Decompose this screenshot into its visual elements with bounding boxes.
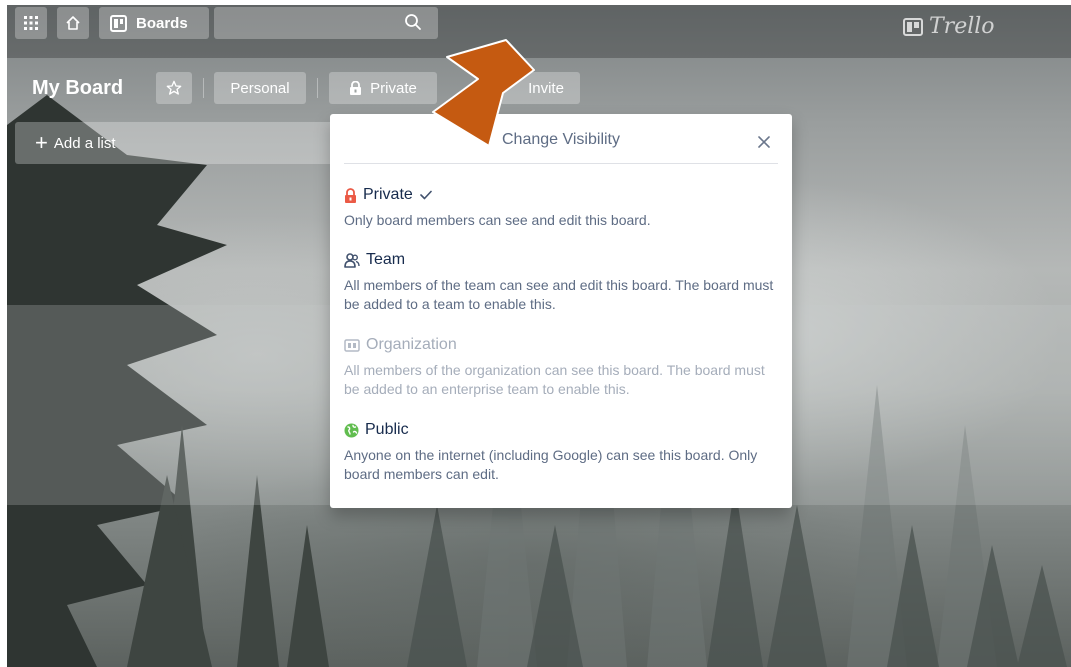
add-list-button[interactable]: + Add a list — [15, 122, 333, 164]
home-button[interactable] — [57, 7, 89, 39]
visibility-option-team[interactable]: Team All members of the team can see and… — [344, 249, 780, 314]
search-icon[interactable] — [404, 13, 422, 31]
board-title[interactable]: My Board — [24, 72, 131, 104]
trello-logo[interactable]: Trello — [903, 14, 995, 39]
popover-title: Change Visibility — [502, 131, 620, 148]
plus-icon: + — [35, 130, 48, 155]
visibility-option-organization[interactable]: Organization All members of the organiza… — [344, 334, 780, 399]
apps-button[interactable] — [15, 7, 47, 39]
header-divider — [317, 78, 318, 98]
boards-label: Boards — [136, 14, 188, 32]
option-description: All members of the team can see and edit… — [344, 277, 774, 312]
trello-logo-icon — [903, 17, 923, 36]
popover-divider — [344, 163, 778, 164]
invite-button[interactable]: Invite — [500, 72, 580, 104]
private-label: Private — [370, 79, 417, 97]
close-button[interactable] — [754, 132, 774, 152]
star-button[interactable] — [156, 72, 192, 104]
option-description: Only board members can see and edit this… — [344, 212, 651, 228]
change-visibility-popover: Change Visibility Private Only board mem… — [330, 114, 792, 508]
check-icon — [419, 190, 432, 200]
option-label: Organization — [366, 336, 457, 353]
organization-icon — [344, 339, 360, 352]
option-label: Public — [365, 421, 409, 438]
visibility-option-private[interactable]: Private Only board members can see and e… — [344, 184, 780, 230]
home-icon — [66, 16, 80, 30]
lock-icon — [345, 187, 356, 203]
header-divider — [203, 78, 204, 98]
board-icon — [110, 14, 127, 32]
team-icon — [344, 252, 360, 268]
boards-button[interactable]: Boards — [99, 7, 209, 39]
team-visibility-button[interactable]: Personal — [214, 72, 306, 104]
logo-text: Trello — [929, 14, 995, 39]
globe-icon — [344, 423, 359, 437]
grid-icon — [24, 16, 38, 30]
option-description: Anyone on the internet (including Google… — [344, 447, 758, 482]
visibility-option-public[interactable]: Public Anyone on the internet (including… — [344, 419, 780, 484]
option-description: All members of the organization can see … — [344, 362, 765, 397]
close-icon — [758, 136, 770, 148]
option-label: Team — [366, 251, 406, 268]
invite-label: Invite — [528, 79, 564, 97]
add-list-label: Add a list — [53, 134, 116, 152]
option-label: Private — [363, 186, 413, 203]
privacy-button[interactable]: Private — [329, 72, 437, 104]
personal-label: Personal — [230, 79, 290, 97]
star-icon — [166, 80, 182, 95]
lock-icon — [350, 81, 362, 95]
